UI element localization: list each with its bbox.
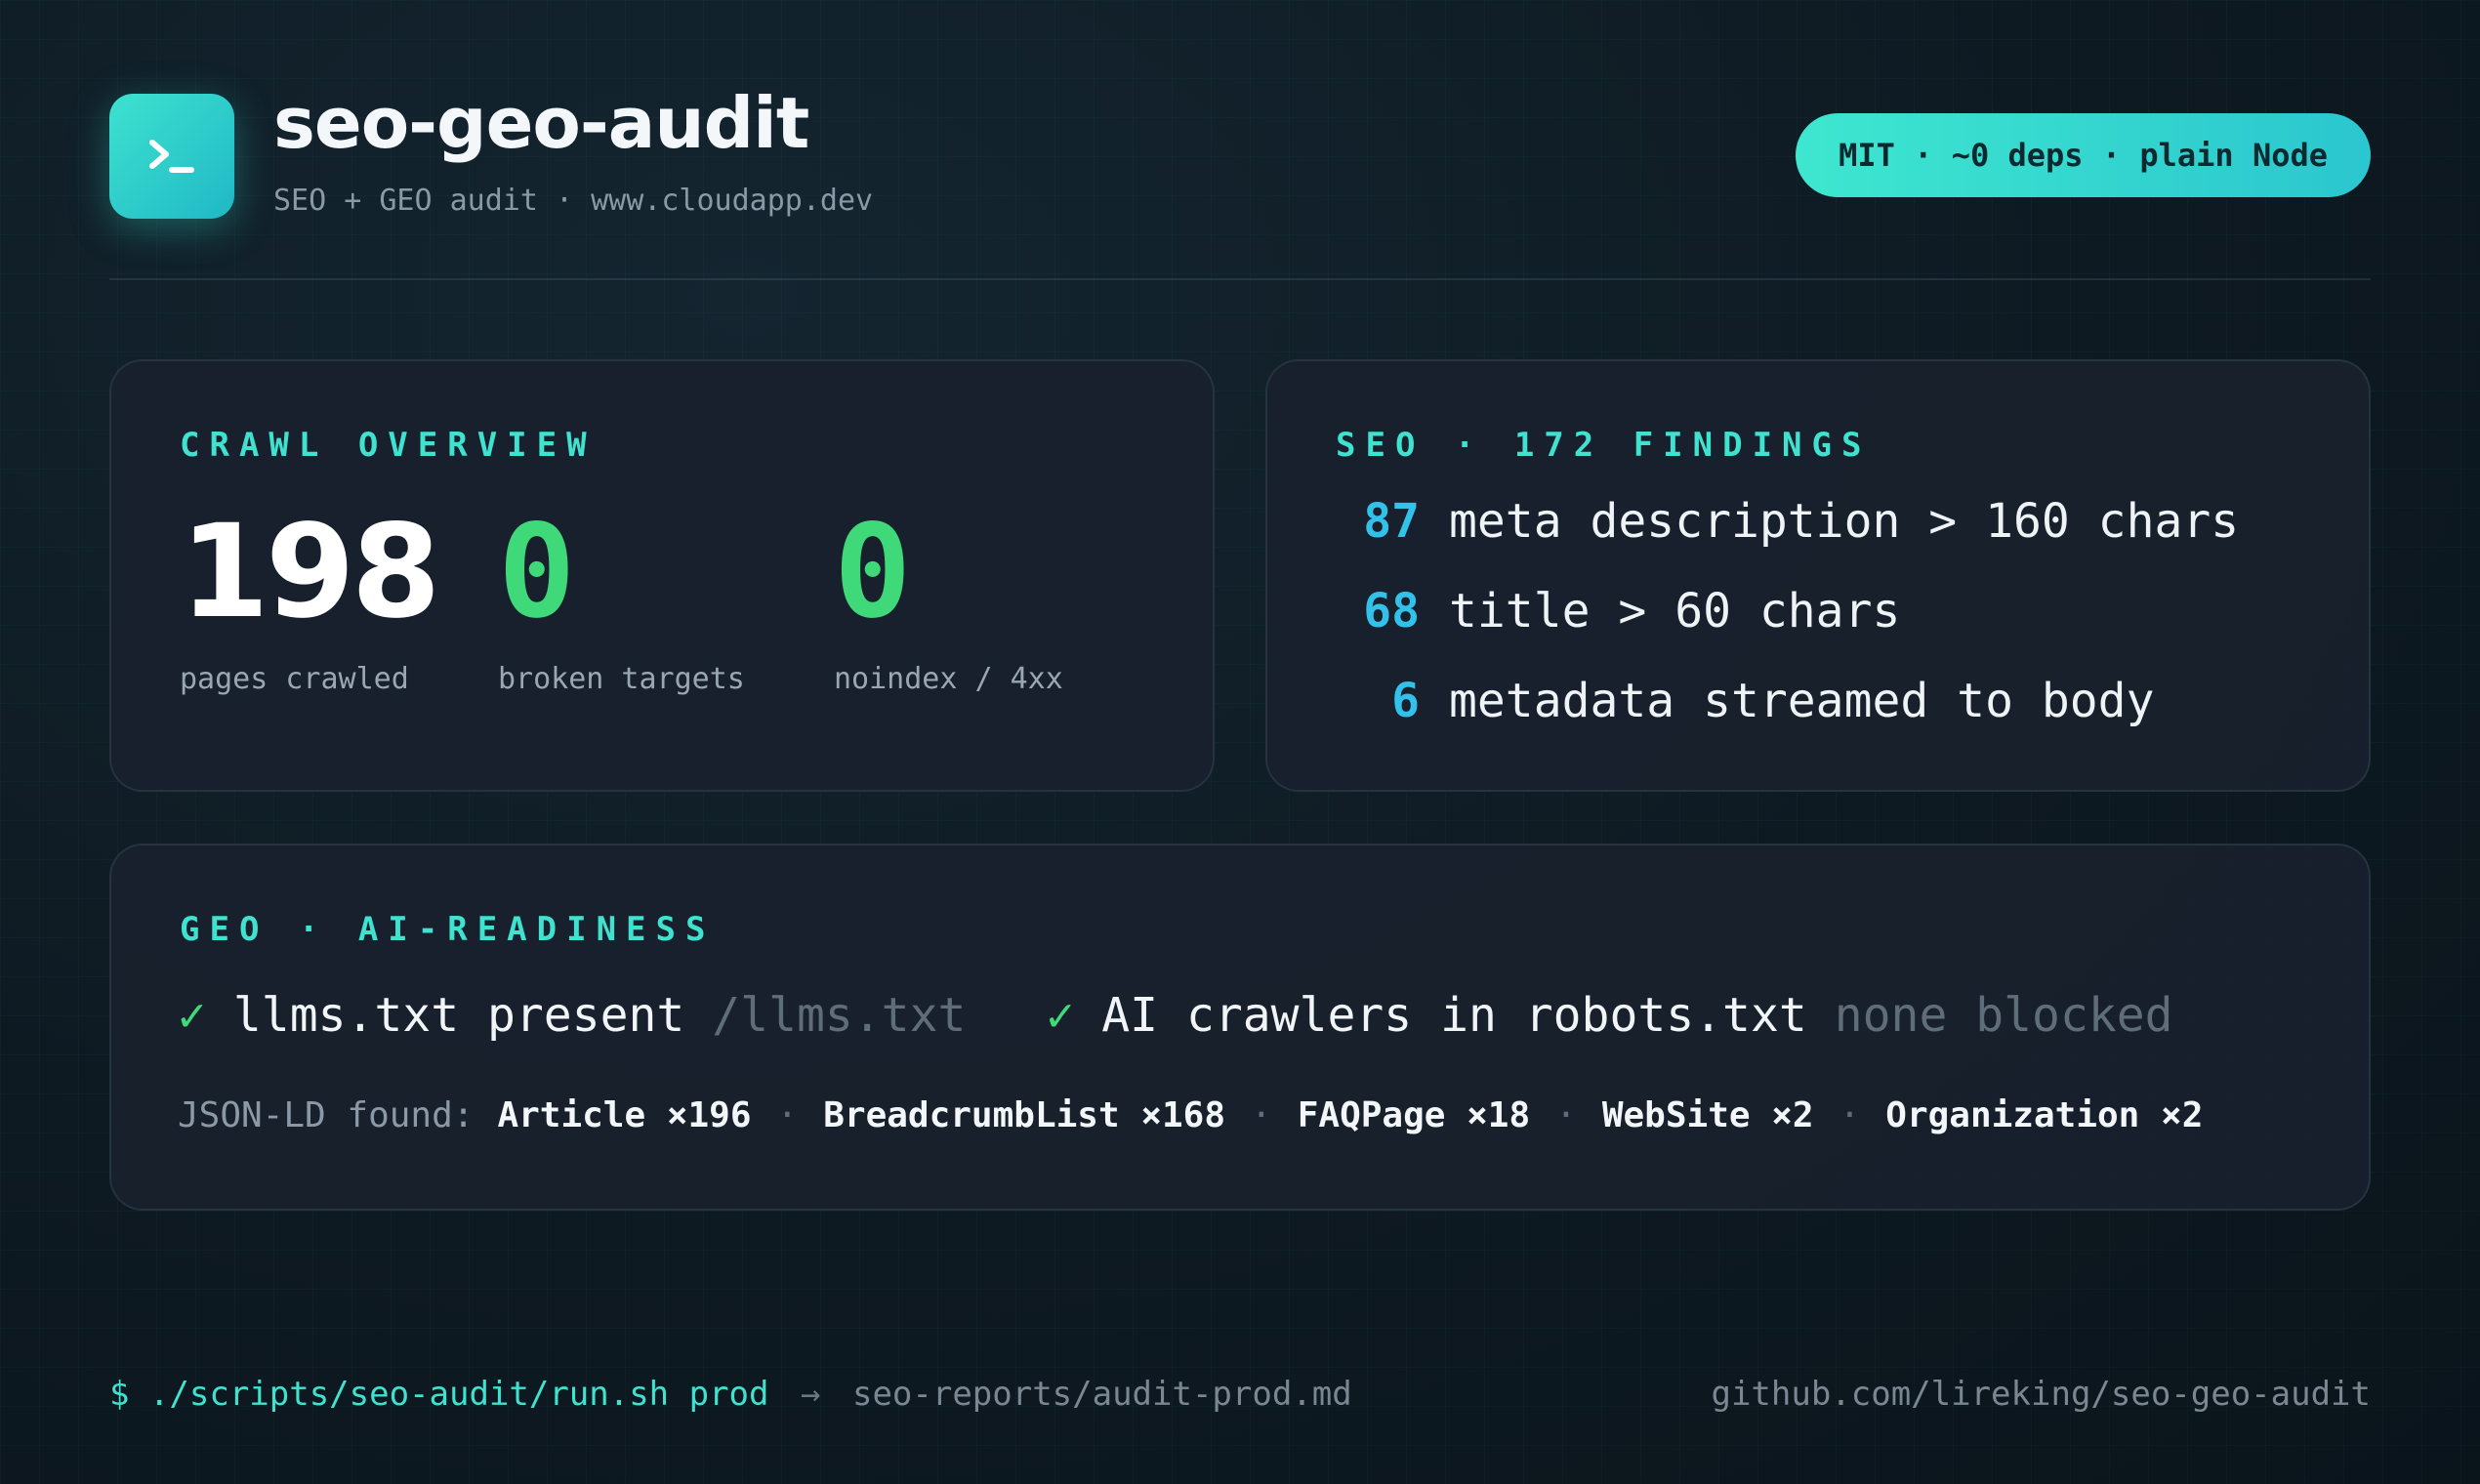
jsonld-item: BreadcrumbList ×168	[823, 1095, 1226, 1135]
finding-text: meta description > 160 chars	[1449, 494, 2240, 549]
seo-findings-card: SEO · 172 FINDINGS 87 meta description >…	[1265, 359, 2371, 792]
finding-count: 87	[1363, 494, 1420, 549]
jsonld-label: JSON-LD found:	[178, 1095, 475, 1135]
jsonld-item: WebSite ×2	[1601, 1095, 1814, 1135]
check-icon: ✓	[178, 988, 206, 1043]
separator: ·	[1555, 1095, 1577, 1135]
stat-noindex: 0 noindex / 4xx	[834, 508, 1063, 696]
app-subtitle: SEO + GEO audit · www.cloudapp.dev	[273, 184, 874, 218]
run-command: $ ./scripts/seo-audit/run.sh prod	[109, 1375, 769, 1414]
separator: ·	[776, 1095, 799, 1135]
footer-command: $ ./scripts/seo-audit/run.sh prod → seo-…	[109, 1375, 1352, 1414]
app-title: seo-geo-audit	[273, 82, 809, 164]
finding-count: 68	[1363, 584, 1420, 639]
repo-link[interactable]: github.com/lireking/seo-geo-audit	[1711, 1375, 2371, 1414]
app-logo	[109, 94, 234, 219]
finding-text: metadata streamed to body	[1449, 674, 2155, 728]
stat-broken-targets: 0 broken targets	[498, 508, 745, 696]
stat-value: 0	[834, 497, 912, 647]
crawl-overview-card: CRAWL OVERVIEW 198 pages crawled 0 broke…	[109, 359, 1215, 792]
finding-count: 6	[1391, 674, 1420, 728]
output-path: seo-reports/audit-prod.md	[851, 1375, 1352, 1414]
check-text: llms.txt present	[232, 988, 685, 1043]
finding-text: title > 60 chars	[1449, 584, 1901, 639]
stat-value: 198	[180, 497, 441, 647]
stat-label: noindex / 4xx	[834, 662, 1063, 696]
crawl-heading: CRAWL OVERVIEW	[180, 426, 597, 465]
finding-row: 87 meta description > 160 chars	[1334, 494, 2239, 549]
terminal-prompt-icon	[149, 140, 194, 173]
stat-value: 0	[498, 497, 576, 647]
stat-label: broken targets	[498, 662, 745, 696]
check-icon: ✓	[1046, 988, 1075, 1043]
geo-readiness-card: GEO · AI-READINESS ✓ llms.txt present /l…	[109, 844, 2371, 1211]
separator: ·	[1839, 1095, 1861, 1135]
finding-row: 68 title > 60 chars	[1334, 584, 1900, 639]
check-detail: /llms.txt	[712, 988, 967, 1043]
header-divider	[109, 278, 2371, 280]
jsonld-item: Organization ×2	[1885, 1095, 2204, 1135]
check-text: AI crawlers in robots.txt	[1101, 988, 1807, 1043]
arrow-icon: →	[801, 1375, 821, 1414]
jsonld-item: Article ×196	[497, 1095, 752, 1135]
geo-heading: GEO · AI-READINESS	[180, 910, 716, 949]
check-detail: none blocked	[1834, 988, 2173, 1043]
jsonld-item: FAQPage ×18	[1297, 1095, 1531, 1135]
seo-heading: SEO · 172 FINDINGS	[1336, 426, 1872, 465]
stat-pages-crawled: 198 pages crawled	[180, 497, 441, 696]
separator: ·	[1251, 1095, 1272, 1135]
finding-row: 6 metadata streamed to body	[1334, 674, 2154, 728]
geo-checks: ✓ llms.txt present /llms.txt ✓ AI crawle…	[178, 988, 2173, 1043]
license-badge: MIT · ~0 deps · plain Node	[1796, 113, 2371, 197]
jsonld-summary: JSON-LD found: Article ×196 · Breadcrumb…	[178, 1095, 2203, 1135]
stat-label: pages crawled	[180, 662, 409, 696]
